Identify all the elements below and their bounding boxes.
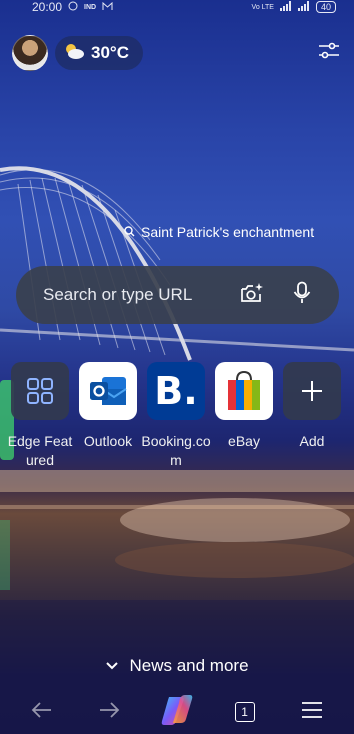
- quick-links: Edge Featured Outlook B. Booking.com eBa…: [6, 362, 354, 470]
- menu-button[interactable]: [292, 692, 332, 732]
- forward-button[interactable]: [89, 692, 129, 732]
- tile-label: Add: [299, 433, 325, 449]
- status-bar: 20:00 IND Vo LTE 40: [0, 0, 354, 14]
- voice-search-button[interactable]: [287, 280, 317, 310]
- ind-icon: IND: [84, 3, 97, 11]
- sliders-icon: [318, 41, 340, 66]
- search-icon: [124, 224, 135, 240]
- caption-text: Saint Patrick's enchantment: [141, 224, 315, 240]
- copilot-icon: [159, 694, 195, 731]
- news-label: News and more: [129, 656, 249, 675]
- signal-icon: [297, 1, 310, 13]
- page-settings-button[interactable]: [314, 38, 344, 68]
- tabs-button[interactable]: 1: [225, 692, 265, 732]
- outlook-icon: [79, 362, 137, 420]
- tabs-icon: 1: [234, 702, 255, 722]
- copilot-button[interactable]: [157, 692, 197, 732]
- partly-cloudy-icon: [63, 42, 85, 65]
- signal-icon: [279, 1, 292, 13]
- ebay-icon: [215, 362, 273, 420]
- top-bar: 30°C: [12, 35, 344, 71]
- whatsapp-icon: [68, 0, 78, 14]
- battery-indicator: 40: [315, 1, 336, 13]
- avatar[interactable]: [12, 35, 48, 71]
- arrow-left-icon: [31, 701, 53, 724]
- add-icon: [283, 362, 341, 420]
- tile-outlook[interactable]: Outlook: [74, 362, 142, 470]
- camera-sparkle-icon: [239, 282, 265, 309]
- search-bar[interactable]: Search or type URL: [16, 266, 339, 324]
- tile-label: Outlook: [83, 433, 133, 449]
- arrow-right-icon: [98, 701, 120, 724]
- tab-count: 1: [241, 705, 248, 719]
- volte-icon: Vo LTE: [251, 3, 274, 11]
- chevron-down-icon: [105, 656, 119, 676]
- tile-booking[interactable]: B. Booking.com: [141, 362, 211, 470]
- weather-widget[interactable]: 30°C: [55, 36, 143, 70]
- search-input[interactable]: Search or type URL: [43, 285, 217, 305]
- tile-add[interactable]: Add: [278, 362, 346, 470]
- tile-label: eBay: [228, 433, 260, 449]
- microphone-icon: [293, 281, 311, 310]
- news-and-more-button[interactable]: News and more: [0, 656, 354, 676]
- tile-label: Edge Featured: [7, 433, 73, 468]
- weather-temperature: 30°C: [91, 43, 129, 62]
- back-button[interactable]: [22, 692, 62, 732]
- edge-featured-icon: [11, 362, 69, 420]
- tile-edge-featured[interactable]: Edge Featured: [6, 362, 74, 470]
- tile-label: Booking.com: [141, 433, 211, 468]
- background-caption[interactable]: Saint Patrick's enchantment: [124, 224, 314, 240]
- hamburger-menu-icon: [301, 701, 323, 724]
- gmail-icon: [102, 0, 113, 14]
- visual-search-button[interactable]: [237, 280, 267, 310]
- clock: 20:00: [32, 0, 63, 14]
- booking-icon: B.: [147, 362, 205, 420]
- tile-ebay[interactable]: eBay: [210, 362, 278, 470]
- bottom-nav: 1: [0, 690, 354, 734]
